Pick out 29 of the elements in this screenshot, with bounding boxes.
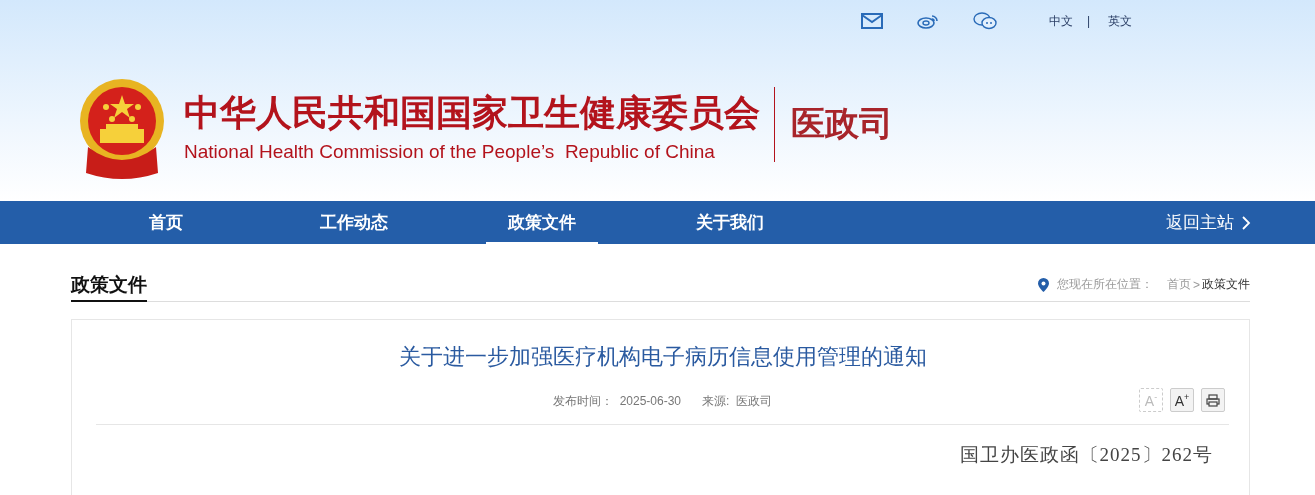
- wechat-icon[interactable]: [972, 12, 997, 30]
- print-button[interactable]: [1201, 388, 1225, 412]
- printer-icon: [1206, 393, 1220, 407]
- mail-icon[interactable]: [860, 13, 883, 29]
- breadcrumb-separator: >: [1193, 277, 1200, 292]
- language-link[interactable]: 中文: [1048, 12, 1073, 30]
- nav-tab[interactable]: 首页: [110, 201, 222, 244]
- article-title: 关于进一步加强医疗机构电子病历信息使用管理的通知: [397, 343, 928, 371]
- meta-label: 发布时间：: [552, 392, 613, 410]
- meta-value: 2025-06-30: [619, 394, 681, 408]
- site-subtitle: National Health Commission of the People’s Republic of China: [184, 141, 716, 163]
- location-pin-icon: [1038, 277, 1049, 292]
- nav-tab[interactable]: 关于我们: [674, 201, 786, 244]
- meta-value: 医政司: [736, 392, 773, 410]
- breadcrumb-link[interactable]: 政策文件: [1202, 276, 1250, 293]
- chevron-right-icon: [1242, 215, 1251, 230]
- section-title: 政策文件: [71, 272, 147, 302]
- back-link[interactable]: 返回主站: [1166, 201, 1251, 244]
- department-title: 医政司: [791, 103, 893, 144]
- language-link[interactable]: 英文: [1108, 12, 1132, 30]
- weibo-icon[interactable]: [916, 13, 939, 29]
- breadcrumb-label: 您现在所在位置：: [1057, 276, 1153, 293]
- document-number: 国卫办医政函〔2025〕262号: [958, 443, 1214, 467]
- meta-label: 来源:: [702, 392, 730, 410]
- font-size-button[interactable]: A$^{+}$: [1170, 388, 1194, 412]
- nav-tab[interactable]: 工作动态: [298, 201, 410, 244]
- separator: |: [1086, 14, 1090, 28]
- site-title: 中华人民共和国国家卫生健康委员会: [184, 91, 760, 135]
- nav-tab[interactable]: 政策文件: [486, 201, 598, 244]
